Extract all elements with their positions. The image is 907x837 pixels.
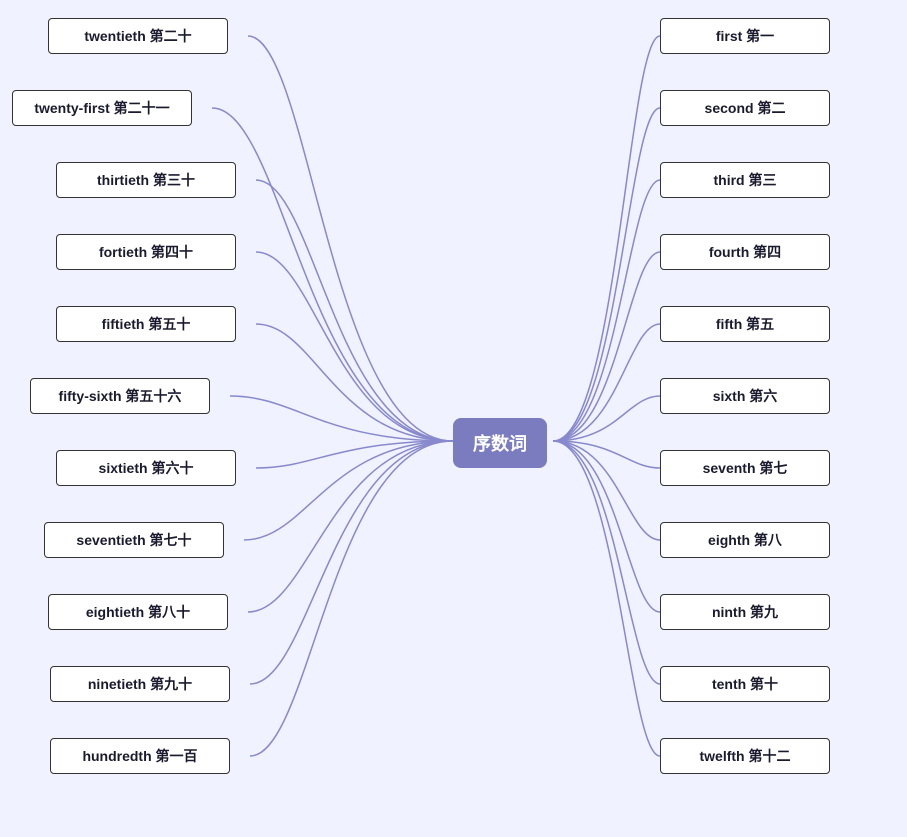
right-node-second: second 第二 bbox=[660, 90, 830, 126]
right-node-twelfth: twelfth 第十二 bbox=[660, 738, 830, 774]
right-node-first: first 第一 bbox=[660, 18, 830, 54]
mind-map: 序数词 first 第一 second 第二 third 第三 fourth 第四 fi… bbox=[0, 0, 907, 837]
left-node-thirtieth: thirtieth 第三十 bbox=[56, 162, 236, 198]
right-node-seventh: seventh 第七 bbox=[660, 450, 830, 486]
left-node-ninetieth: ninetieth 第九十 bbox=[50, 666, 230, 702]
left-node-eightieth: eightieth 第八十 bbox=[48, 594, 228, 630]
right-node-ninth: ninth 第九 bbox=[660, 594, 830, 630]
left-node-fortieth: fortieth 第四十 bbox=[56, 234, 236, 270]
right-node-fourth: fourth 第四 bbox=[660, 234, 830, 270]
right-node-tenth: tenth 第十 bbox=[660, 666, 830, 702]
right-node-fifth: fifth 第五 bbox=[660, 306, 830, 342]
center-node: 序数词 bbox=[453, 418, 547, 468]
left-node-twentieth: twentieth 第二十 bbox=[48, 18, 228, 54]
right-node-eighth: eighth 第八 bbox=[660, 522, 830, 558]
right-node-sixth: sixth 第六 bbox=[660, 378, 830, 414]
left-node-sixtieth: sixtieth 第六十 bbox=[56, 450, 236, 486]
left-node-seventieth: seventieth 第七十 bbox=[44, 522, 224, 558]
right-node-third: third 第三 bbox=[660, 162, 830, 198]
left-node-fifty-sixth: fifty-sixth 第五十六 bbox=[30, 378, 210, 414]
left-node-twenty-first: twenty-first 第二十一 bbox=[12, 90, 192, 126]
left-node-fiftieth: fiftieth 第五十 bbox=[56, 306, 236, 342]
left-node-hundredth: hundredth 第一百 bbox=[50, 738, 230, 774]
